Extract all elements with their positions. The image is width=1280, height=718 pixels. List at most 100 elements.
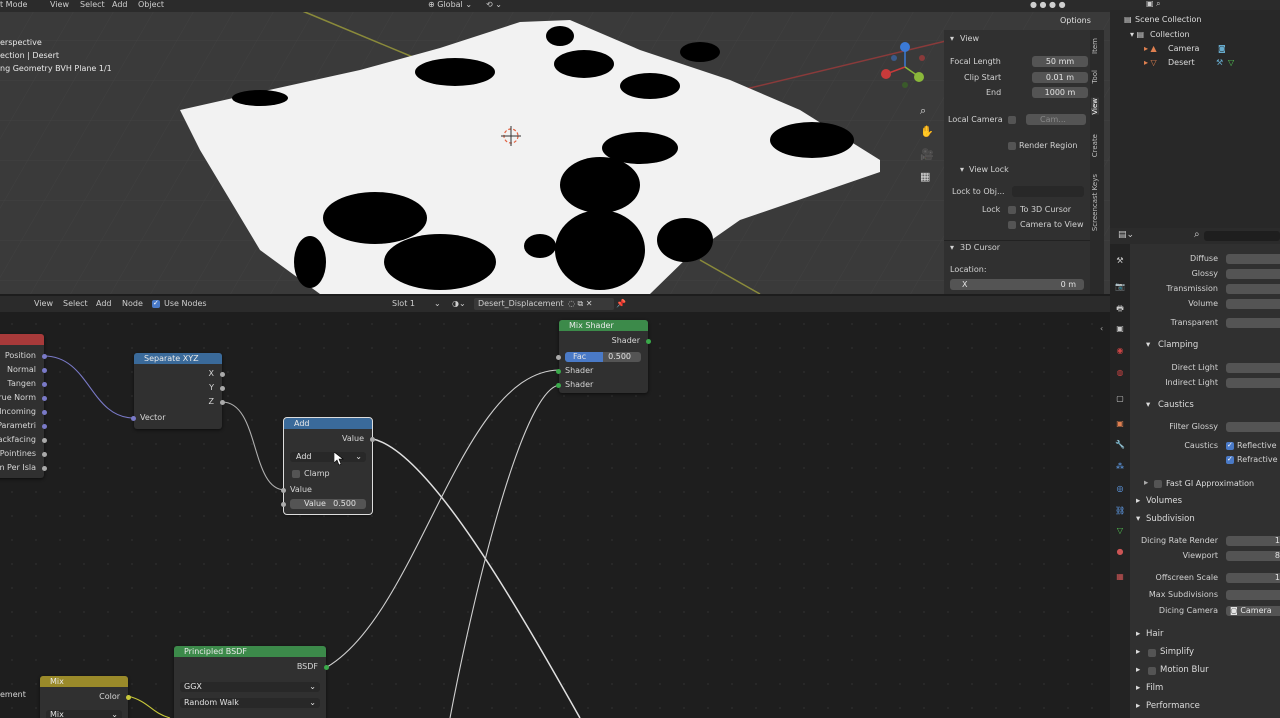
- particles-tab-icon[interactable]: ⁂: [1115, 462, 1125, 472]
- socket-z[interactable]: [220, 400, 225, 405]
- motion-blur-checkbox[interactable]: [1148, 667, 1156, 675]
- properties-search-input[interactable]: [1204, 231, 1280, 241]
- motion-blur-expand-icon[interactable]: ▸: [1136, 665, 1140, 676]
- modifier-tab-icon[interactable]: 🔧: [1115, 440, 1125, 450]
- focal-length-field[interactable]: 50 mm: [1032, 56, 1088, 67]
- socket-mix-color-out[interactable]: [126, 695, 131, 700]
- socket-mix-shader-1[interactable]: [556, 369, 561, 374]
- fast-gi-expand-icon[interactable]: ▸: [1144, 478, 1148, 489]
- select-menu[interactable]: Select: [80, 0, 105, 10]
- constraints-tab-icon[interactable]: ⛓: [1115, 506, 1125, 516]
- subdivision-header[interactable]: Subdivision: [1146, 514, 1195, 525]
- material-name-field[interactable]: Desert_Displacement ◌ ⧉ ✕: [474, 298, 614, 310]
- socket-vector-in[interactable]: [131, 416, 136, 421]
- mesh-data-icon[interactable]: ▽: [1228, 58, 1234, 68]
- ne-select-menu[interactable]: Select: [63, 299, 88, 309]
- math-clamp-checkbox[interactable]: [292, 470, 300, 478]
- 3d-cursor-header[interactable]: 3D Cursor: [960, 243, 1000, 253]
- indirect-light-field[interactable]: [1226, 378, 1280, 388]
- outliner-icons[interactable]: ▣ ⌕: [1146, 0, 1161, 9]
- options-button[interactable]: Options: [1056, 15, 1096, 27]
- socket-pointiness[interactable]: [42, 452, 47, 457]
- render-region-checkbox[interactable]: [1008, 142, 1016, 150]
- socket-math-input-1[interactable]: [281, 488, 286, 493]
- editor-type-icon[interactable]: ▤⌄: [1118, 230, 1134, 240]
- physics-tab-icon[interactable]: ◎: [1115, 484, 1125, 494]
- outliner-scene-collection[interactable]: Scene Collection: [1135, 15, 1202, 25]
- scene-tab-icon[interactable]: ◉: [1115, 346, 1125, 356]
- simplify-checkbox[interactable]: [1148, 649, 1156, 657]
- texture-coordinate-node[interactable]: Position Normal Tangen rue Norm Incoming…: [0, 334, 47, 478]
- camera-to-view-checkbox[interactable]: [1008, 221, 1016, 229]
- outliner-camera[interactable]: Camera: [1168, 44, 1199, 54]
- properties-search-icon[interactable]: ⌕: [1194, 229, 1200, 240]
- socket-tangent[interactable]: [42, 382, 47, 387]
- socket-random-per-island[interactable]: [42, 466, 47, 471]
- max-subdivisions-field[interactable]: [1226, 590, 1280, 600]
- socket-mix-fac[interactable]: [556, 355, 561, 360]
- transmission-field[interactable]: [1226, 284, 1280, 294]
- material-browse-icon[interactable]: ◑⌄: [452, 299, 466, 309]
- mix-color-header[interactable]: Mix: [40, 676, 128, 687]
- caustics-collapse-icon[interactable]: ▾: [1146, 400, 1150, 411]
- local-camera-field[interactable]: Cam...: [1026, 114, 1086, 125]
- cursor-x-field[interactable]: X 0 m: [950, 279, 1084, 290]
- ne-node-menu[interactable]: Node: [122, 299, 143, 309]
- mix-blend-dropdown[interactable]: Mix ⌄: [46, 710, 122, 718]
- tab-create[interactable]: Create: [1091, 134, 1099, 157]
- clip-start-field[interactable]: 0.01 m: [1032, 72, 1088, 83]
- math-add-node[interactable]: Add Value Add ⌄ Clamp Value Value 0.500: [281, 417, 375, 515]
- mix-color-node[interactable]: Mix Color Mix ⌄: [40, 676, 131, 718]
- principled-bsdf-header[interactable]: Principled BSDF: [174, 646, 326, 657]
- viewport-dicing-field[interactable]: 8: [1226, 551, 1280, 561]
- pin-icon[interactable]: 📌: [616, 299, 626, 309]
- slot-dropdown[interactable]: Slot 1 ⌄: [386, 298, 444, 310]
- mode-menu[interactable]: t Mode: [0, 0, 27, 10]
- modifier-icon[interactable]: ⚒: [1216, 58, 1223, 68]
- socket-parametric[interactable]: [42, 424, 47, 429]
- math-operation-dropdown[interactable]: Add ⌄: [290, 452, 366, 462]
- hair-header[interactable]: Hair: [1146, 629, 1163, 640]
- zoom-icon[interactable]: ⌕: [920, 104, 926, 118]
- film-header[interactable]: Film: [1146, 683, 1163, 694]
- socket-math-output[interactable]: [370, 437, 375, 442]
- outliner-collection[interactable]: Collection: [1150, 30, 1190, 40]
- socket-incoming[interactable]: [42, 410, 47, 415]
- caustics-header[interactable]: Caustics: [1158, 400, 1194, 411]
- socket-mix-shader-out[interactable]: [646, 339, 651, 344]
- clip-end-field[interactable]: 1000 m: [1032, 87, 1088, 98]
- camera-view-icon[interactable]: 🎥: [920, 148, 934, 161]
- lock-to-object-field[interactable]: [1012, 186, 1084, 197]
- view-lock-header[interactable]: View Lock: [969, 165, 1009, 175]
- object-tab-icon[interactable]: ▣: [1115, 419, 1125, 429]
- camera-data-icon[interactable]: ◙: [1218, 44, 1226, 54]
- outliner-desert[interactable]: Desert: [1168, 58, 1195, 68]
- socket-y[interactable]: [220, 386, 225, 391]
- view-menu[interactable]: View: [50, 0, 69, 10]
- diffuse-field[interactable]: [1226, 254, 1280, 264]
- ne-add-menu[interactable]: Add: [96, 299, 112, 309]
- sidebar-toggle-icon[interactable]: ‹: [1100, 324, 1103, 333]
- dicing-rate-render-field[interactable]: 1: [1226, 536, 1280, 546]
- direct-light-field[interactable]: [1226, 363, 1280, 373]
- collection-tab-icon[interactable]: ▢: [1115, 394, 1125, 404]
- cursor-collapse-icon[interactable]: ▾: [950, 243, 954, 253]
- fast-gi-checkbox[interactable]: [1154, 480, 1162, 488]
- volume-field[interactable]: [1226, 299, 1280, 309]
- collection-expand-icon[interactable]: ▾ ▤: [1130, 30, 1144, 40]
- view-lock-collapse-icon[interactable]: ▾: [960, 165, 964, 175]
- tab-item[interactable]: Item: [1091, 38, 1099, 54]
- performance-header[interactable]: Performance: [1146, 701, 1200, 712]
- math-add-header[interactable]: Add: [284, 418, 372, 429]
- view-collapse-icon[interactable]: ▾: [950, 34, 954, 44]
- socket-math-input-2[interactable]: [281, 502, 286, 507]
- local-camera-checkbox[interactable]: [1008, 116, 1016, 124]
- socket-true-normal[interactable]: [42, 396, 47, 401]
- math-value-field[interactable]: Value 0.500: [290, 499, 366, 509]
- film-expand-icon[interactable]: ▸: [1136, 683, 1140, 694]
- view-layer-tab-icon[interactable]: ▣: [1115, 324, 1125, 334]
- world-tab-icon[interactable]: ◍: [1115, 368, 1125, 378]
- principled-bsdf-node[interactable]: Principled BSDF BSDF GGX ⌄ Random Walk ⌄: [174, 646, 329, 718]
- mix-shader-node[interactable]: Mix Shader Shader Fac 0.500 Shader Shade…: [556, 320, 651, 393]
- tab-tool[interactable]: Tool: [1091, 70, 1099, 84]
